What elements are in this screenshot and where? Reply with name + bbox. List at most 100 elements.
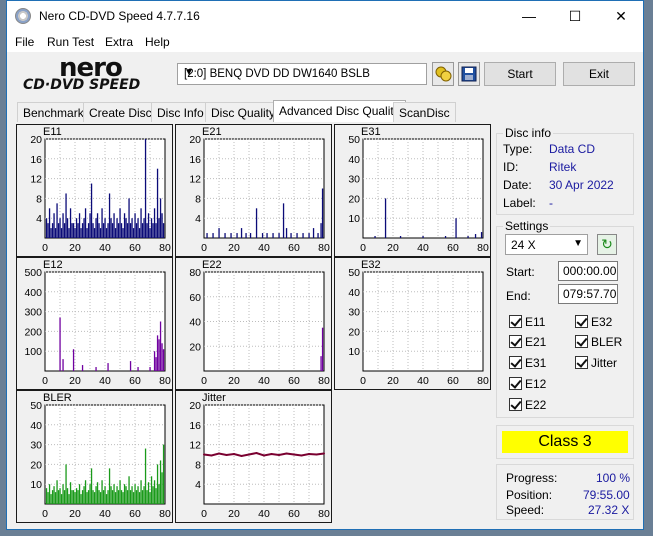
- y-tick-label: 20: [189, 341, 201, 353]
- checkbox-e21[interactable]: [509, 335, 522, 348]
- data-bar: [62, 359, 64, 371]
- disc-id-label: ID:: [503, 160, 519, 174]
- data-bar: [59, 488, 61, 504]
- y-tick-label: 4: [195, 213, 201, 225]
- data-bar: [65, 193, 67, 238]
- menu-help[interactable]: Help: [145, 35, 170, 49]
- end-time-input[interactable]: 079:57.70: [558, 284, 618, 304]
- data-bar: [135, 223, 138, 238]
- data-bar: [54, 228, 57, 238]
- position-label: Position:: [506, 488, 553, 502]
- checkbox-jitter[interactable]: [575, 356, 588, 369]
- data-bar: [153, 208, 156, 238]
- data-bar: [240, 228, 243, 238]
- data-bar: [162, 444, 165, 504]
- y-tick-label: 8: [195, 459, 201, 471]
- disc-label-label: Label:: [503, 196, 536, 210]
- drive-select[interactable]: [2:0] BENQ DVD DD DW1640 BSLB ▼: [177, 63, 427, 85]
- disc-type-label: Type:: [503, 142, 533, 156]
- data-bar: [84, 480, 87, 504]
- start-button[interactable]: Start: [484, 62, 556, 86]
- data-bar: [159, 460, 162, 504]
- data-bar: [57, 490, 60, 504]
- data-bar: [117, 223, 120, 238]
- menu-bar: File Run Test Extra Help: [7, 32, 643, 52]
- tab-benchmark[interactable]: Benchmark: [17, 102, 90, 122]
- data-bar: [206, 233, 208, 238]
- data-bar: [161, 472, 163, 504]
- data-bar: [132, 492, 135, 504]
- tab-advanced-disc-quality[interactable]: Advanced Disc Quality: [273, 100, 406, 122]
- start-time-input[interactable]: 000:00.00: [558, 261, 618, 281]
- checkbox-e12[interactable]: [509, 377, 522, 390]
- y-tick-label: 30: [30, 440, 42, 452]
- data-bar: [95, 367, 97, 371]
- x-tick-label: 20: [228, 375, 240, 387]
- chart-title: BLER: [43, 392, 72, 404]
- tab-disc-quality[interactable]: Disc Quality: [205, 102, 282, 122]
- data-bar: [78, 484, 81, 504]
- maximize-button[interactable]: ☐: [552, 1, 598, 32]
- data-bar: [77, 490, 79, 504]
- data-bar: [444, 236, 447, 238]
- minimize-button[interactable]: —: [506, 1, 552, 32]
- data-bar: [218, 228, 220, 238]
- checkbox-e32[interactable]: [575, 315, 588, 328]
- data-bar: [141, 490, 144, 504]
- exit-button[interactable]: Exit: [563, 62, 635, 86]
- data-bar: [245, 233, 247, 238]
- checkbox-jitter-label: Jitter: [591, 356, 618, 370]
- chart-e12: 500 400 300 200 100 0 20 40 60 80 E12: [16, 257, 173, 390]
- menu-extra[interactable]: Extra: [105, 35, 133, 49]
- data-bar: [153, 351, 156, 371]
- start-label: Start:: [506, 265, 535, 279]
- data-bar: [65, 464, 67, 504]
- menu-run-test[interactable]: Run Test: [47, 35, 94, 49]
- checkbox-e22[interactable]: [509, 398, 522, 411]
- data-bar: [134, 484, 136, 504]
- data-bar: [137, 367, 139, 371]
- data-bar: [119, 208, 121, 238]
- tab-disc-info[interactable]: Disc Info: [151, 102, 210, 122]
- data-bar: [111, 490, 114, 504]
- x-tick-label: 40: [99, 508, 111, 520]
- data-bar: [90, 183, 93, 238]
- eject-button[interactable]: [432, 62, 454, 86]
- chart-svg: 50 40 30 20 10 0 20 40 60 80: [30, 400, 171, 520]
- tab-scandisc[interactable]: ScanDisc: [393, 102, 456, 122]
- data-bar: [102, 223, 105, 238]
- tab-create-disc[interactable]: Create Disc: [83, 102, 158, 122]
- data-bar: [87, 223, 90, 238]
- data-bar: [54, 492, 57, 504]
- data-point: [203, 453, 205, 456]
- data-bar: [159, 321, 162, 371]
- data-bar: [114, 228, 117, 238]
- data-bar: [86, 228, 88, 238]
- checkbox-bler-label: BLER: [591, 335, 623, 349]
- data-bar: [144, 139, 147, 238]
- data-bar: [62, 484, 64, 504]
- x-tick-label: 80: [318, 242, 330, 254]
- data-bar: [69, 208, 72, 238]
- data-bar: [60, 494, 63, 504]
- checkbox-e31-label: E31: [525, 356, 547, 370]
- data-bar: [125, 486, 127, 504]
- data-bar: [75, 488, 78, 504]
- data-bar: [95, 486, 97, 504]
- data-bar: [156, 168, 159, 238]
- data-bar: [51, 490, 54, 504]
- data-bar: [78, 213, 81, 238]
- menu-file[interactable]: File: [15, 35, 34, 49]
- close-button[interactable]: ✕: [598, 1, 644, 32]
- data-point: [248, 453, 250, 456]
- speed-select[interactable]: 24 X ▼: [505, 234, 588, 255]
- data-bar: [86, 492, 88, 504]
- data-bar: [80, 494, 82, 504]
- checkbox-e11[interactable]: [509, 315, 522, 328]
- data-bar: [162, 349, 165, 371]
- chart-e21: 20 16 12 8 4 0 20 40 60 80 E21: [175, 124, 332, 257]
- save-button[interactable]: [458, 62, 480, 86]
- checkbox-e31[interactable]: [509, 356, 522, 369]
- refresh-button[interactable]: ↻: [597, 234, 617, 255]
- checkbox-bler[interactable]: [575, 335, 588, 348]
